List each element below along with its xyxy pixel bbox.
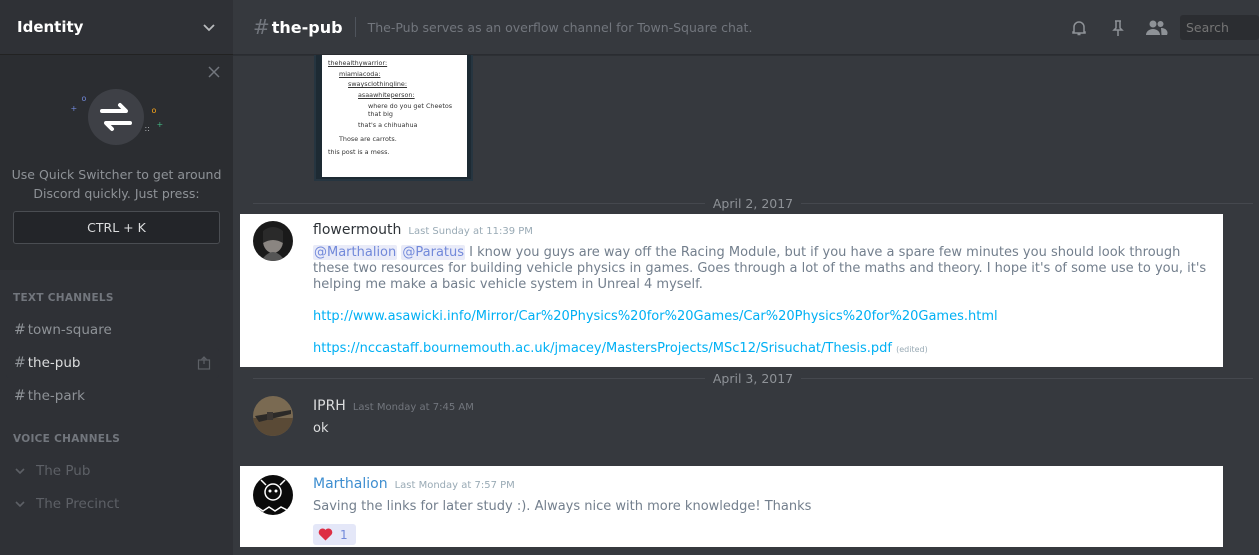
message-link-row: https://nccastaff.bournemouth.ac.uk/jmac… (313, 341, 1218, 358)
username[interactable]: Marthalion (313, 476, 388, 492)
header-divider (354, 17, 356, 37)
avatar[interactable] (253, 396, 293, 436)
channel-name: the-pub (27, 355, 81, 371)
channel-the-park[interactable]: # the-park (6, 381, 219, 411)
message-header: flowermouth Last Sunday at 11:39 PM (313, 222, 533, 238)
embedded-image[interactable]: thehealthywarrior: miamiacoda: swayscIot… (314, 55, 473, 181)
switcher-text: Use Quick Switcher to get around Discord… (11, 167, 222, 201)
quick-switcher-tip: + o o + :: Use Quick Switcher to get aro… (0, 55, 233, 270)
timestamp: Last Monday at 7:57 PM (394, 480, 515, 491)
hash-icon: # (14, 322, 26, 338)
embed-line: that's a chihuahua (358, 121, 418, 129)
hash-icon: # (14, 355, 26, 371)
edited-label: (edited) (896, 345, 928, 354)
username[interactable]: IPRH (313, 398, 346, 414)
channel-name: the-park (27, 388, 85, 404)
voice-channels-category[interactable]: VOICE CHANNELS (0, 433, 233, 445)
channel-the-pub[interactable]: # the-pub (6, 348, 219, 378)
date-label: April 2, 2017 (712, 195, 794, 211)
embed-line: asaawhiteperson: (358, 90, 415, 99)
message-content: Saving the links for later study :). Alw… (313, 499, 812, 514)
swap-arrows-icon (87, 89, 144, 145)
voice-channel-the-precinct[interactable]: The Precinct (6, 489, 233, 519)
message: Marthalion Last Monday at 7:57 PM Saving… (240, 466, 1223, 547)
embed-line: that big (368, 110, 393, 118)
divider-line (253, 377, 705, 379)
voice-channel-the-pub[interactable]: The Pub (6, 456, 233, 486)
channel-town-square[interactable]: # town-square (6, 315, 219, 345)
channel-header: # the-pub The-Pub serves as an overflow … (233, 0, 1259, 55)
date-divider: April 2, 2017 (253, 195, 1254, 211)
message-content: ok (313, 421, 329, 436)
divider-line (253, 202, 705, 204)
channel-topic: The-Pub serves as an overflow channel fo… (367, 19, 753, 35)
avatar[interactable] (253, 475, 293, 515)
date-divider: April 3, 2017 (253, 370, 1254, 386)
channel-title: the-pub (271, 17, 343, 37)
embed-line: miamiacoda: (339, 69, 381, 78)
link[interactable]: https://nccastaff.bournemouth.ac.uk/jmac… (313, 341, 892, 356)
text-channels-category[interactable]: TEXT CHANNELS (0, 292, 233, 304)
shortcut-button[interactable]: CTRL + K (13, 211, 220, 244)
user-mention[interactable]: @Marthalion (313, 245, 398, 260)
embed-line: where do you get Cheetos (368, 102, 453, 110)
invite-icon[interactable] (197, 356, 211, 370)
members-icon[interactable] (1144, 18, 1168, 38)
message: flowermouth Last Sunday at 11:39 PM @Mar… (240, 214, 1223, 367)
heart-icon (318, 528, 333, 541)
avatar[interactable] (253, 221, 293, 261)
link[interactable]: http://www.asawicki.info/Mirror/Car%20Ph… (313, 309, 998, 324)
embed-line: thehealthywarrior: (328, 59, 388, 67)
guild-header[interactable]: Identity (0, 0, 233, 55)
channel-name: town-square (27, 322, 112, 338)
chevron-down-icon (203, 24, 215, 32)
user-mention[interactable]: @Paratus (401, 245, 466, 260)
message-link-row: http://www.asawicki.info/Mirror/Car%20Ph… (313, 309, 1218, 325)
reaction-button[interactable]: 1 (313, 524, 356, 545)
message-content: @Marthalion @Paratus I know you guys are… (313, 245, 1218, 293)
timestamp: Last Sunday at 11:39 PM (408, 226, 533, 237)
channel-sidebar: Identity + o o + :: Use Quick Switcher t… (0, 0, 233, 555)
username[interactable]: flowermouth (313, 222, 401, 238)
reaction-count: 1 (340, 527, 348, 542)
divider-line (801, 202, 1254, 204)
timestamp: Last Monday at 7:45 AM (352, 402, 474, 413)
message-header: Marthalion Last Monday at 7:57 PM (313, 476, 515, 492)
voice-channel-name: The Pub (36, 463, 91, 479)
close-icon[interactable] (207, 65, 221, 79)
embedded-image-content: thehealthywarrior: miamiacoda: swayscIot… (322, 55, 467, 177)
date-label: April 3, 2017 (712, 370, 794, 386)
embed-line: Those are carrots. (339, 134, 397, 143)
voice-channel-name: The Precinct (36, 496, 120, 512)
bell-icon[interactable] (1069, 18, 1089, 38)
hash-icon: # (14, 388, 26, 404)
guild-name: Identity (17, 18, 84, 36)
chevron-down-icon (15, 501, 25, 508)
divider-line (801, 377, 1254, 379)
embed-line: this post is a mess. (328, 148, 390, 156)
search-input[interactable] (1180, 15, 1259, 40)
chevron-down-icon (15, 468, 25, 475)
pin-icon[interactable] (1108, 18, 1128, 38)
embed-line: swayscIothingline: (348, 80, 408, 88)
switcher-illustration: + o o + :: (57, 83, 177, 155)
chat-area: # the-pub The-Pub serves as an overflow … (233, 0, 1259, 555)
hash-icon: # (253, 15, 270, 39)
message: IPRH Last Monday at 7:45 AM ok (240, 390, 1223, 450)
message-header: IPRH Last Monday at 7:45 AM (313, 398, 474, 414)
